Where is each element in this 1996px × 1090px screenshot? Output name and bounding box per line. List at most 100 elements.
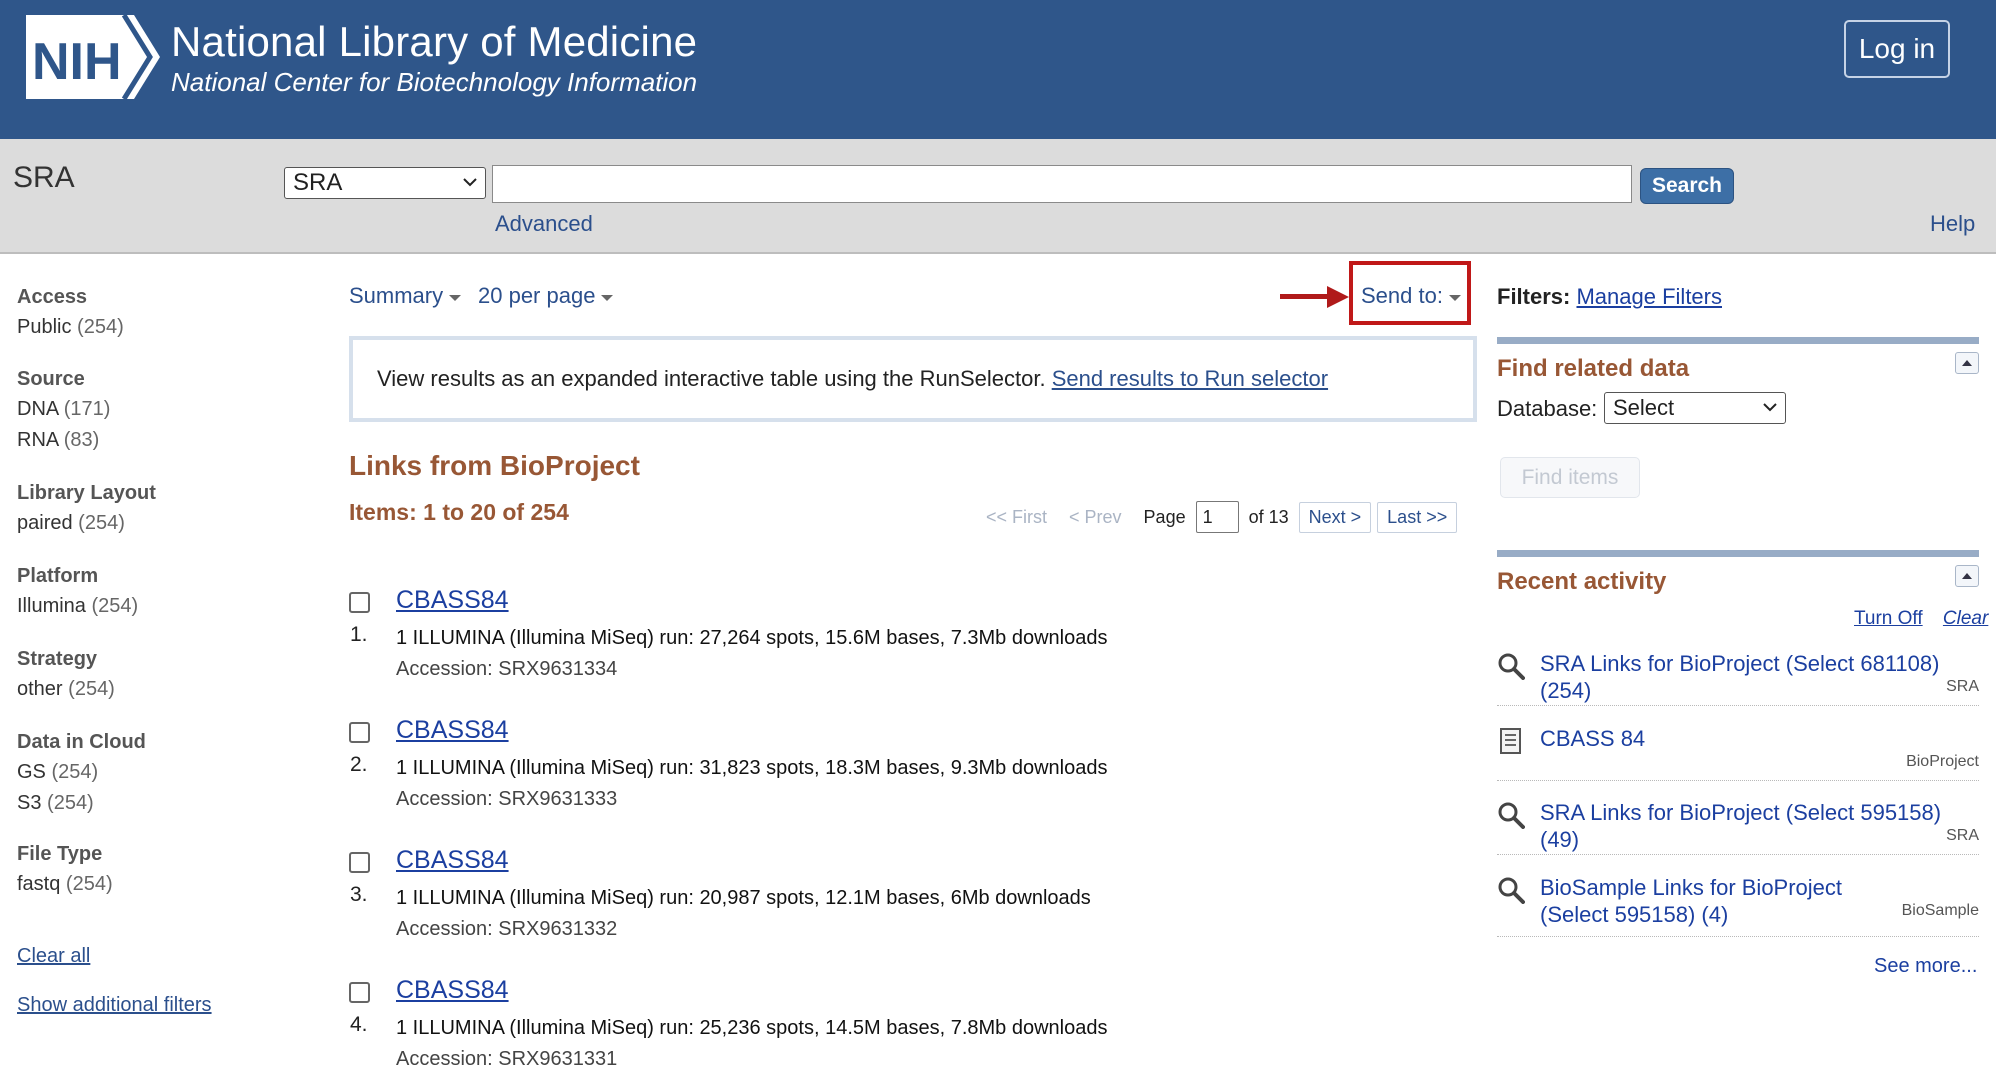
- run-selector-link[interactable]: Send results to Run selector: [1052, 366, 1328, 391]
- filters-label: Filters:: [1497, 284, 1571, 309]
- filter-option-public[interactable]: Public (254): [17, 312, 317, 343]
- advanced-search-link[interactable]: Advanced: [495, 211, 593, 237]
- recent-activity-db: SRA: [1946, 678, 1979, 695]
- result-checkbox[interactable]: [349, 852, 370, 873]
- search-bar: SRA SRA Search Advanced Help: [0, 139, 1996, 254]
- recent-activity-item[interactable]: BioSample Links for BioProject (Select 5…: [1497, 874, 1979, 937]
- database-select[interactable]: SRA: [284, 167, 486, 199]
- page-number-input[interactable]: 1: [1195, 501, 1239, 533]
- filter-group-platform: Platform Illumina (254): [17, 561, 317, 625]
- display-format-label: Summary: [349, 283, 444, 308]
- search-icon: [1498, 653, 1525, 680]
- filter-option-label: DNA: [17, 398, 59, 420]
- recent-activity-db: BioSample: [1901, 902, 1979, 919]
- site-title[interactable]: National Library of Medicine: [171, 18, 697, 66]
- result-title-link[interactable]: CBASS84: [396, 586, 509, 615]
- filter-option-other[interactable]: other (254): [17, 674, 317, 705]
- result-number: 4.: [350, 1013, 368, 1036]
- collapse-recent-activity-button[interactable]: [1955, 565, 1979, 587]
- results-heading: Links from BioProject: [349, 450, 640, 481]
- filter-option-label: Public: [17, 316, 72, 338]
- help-link[interactable]: Help: [1930, 211, 1975, 237]
- clear-all-filters-link[interactable]: Clear all: [17, 945, 317, 968]
- last-page-button[interactable]: Last >>: [1377, 501, 1458, 533]
- result-accession: Accession: SRX9631332: [396, 918, 618, 940]
- portlet-divider: [1497, 337, 1979, 344]
- page-label: Page: [1143, 506, 1186, 527]
- filter-option-count: (254): [47, 792, 94, 814]
- result-checkbox[interactable]: [349, 592, 370, 613]
- nih-logo[interactable]: NIH: [26, 15, 160, 99]
- login-button[interactable]: Log in: [1844, 20, 1950, 78]
- database-heading: SRA: [13, 161, 75, 194]
- run-selector-text: View results as an expanded interactive …: [377, 366, 1052, 391]
- filter-option-illumina[interactable]: Illumina (254): [17, 591, 317, 622]
- filter-option-gs[interactable]: GS (254): [17, 757, 317, 788]
- filters-header: Filters: Manage Filters: [1497, 284, 1722, 310]
- annotation-arrow-shaft: [1280, 294, 1330, 299]
- filter-option-dna[interactable]: DNA (171): [17, 394, 317, 425]
- result-checkbox[interactable]: [349, 722, 370, 743]
- filter-option-paired[interactable]: paired (254): [17, 508, 317, 539]
- recent-activity-title: Recent activity: [1497, 568, 1667, 595]
- recent-activity-link[interactable]: SRA Links for BioProject (Select 681108)…: [1540, 650, 1950, 704]
- filter-title: Strategy: [17, 648, 98, 670]
- search-input[interactable]: [492, 165, 1632, 203]
- result-number: 3.: [350, 883, 368, 906]
- portlet-divider: [1497, 550, 1979, 557]
- send-to-dropdown[interactable]: Send to:: [1361, 283, 1461, 309]
- site-subtitle: National Center for Biotechnology Inform…: [171, 67, 698, 97]
- find-items-button[interactable]: Find items: [1500, 457, 1640, 498]
- filter-option-label: S3: [17, 792, 42, 814]
- site-header: NIH National Library of Medicine Nationa…: [0, 0, 1996, 139]
- filter-option-fastq[interactable]: fastq (254): [17, 869, 317, 900]
- filter-option-label: other: [17, 678, 63, 700]
- turn-off-link[interactable]: Turn Off: [1854, 608, 1923, 629]
- collapse-find-related-button[interactable]: [1955, 352, 1979, 374]
- filter-option-label: paired: [17, 512, 73, 534]
- result-description: 1 ILLUMINA (Illumina MiSeq) run: 27,264 …: [396, 627, 1108, 649]
- run-selector-notice: View results as an expanded interactive …: [349, 336, 1477, 422]
- result-title-link[interactable]: CBASS84: [396, 846, 509, 875]
- result-title-link[interactable]: CBASS84: [396, 716, 509, 745]
- pagination: << First < Prev Page 1 of 13 Next > Last…: [986, 500, 1458, 534]
- filter-group-access: Access Public (254): [17, 282, 317, 346]
- result-accession: Accession: SRX9631334: [396, 658, 618, 680]
- next-page-button[interactable]: Next >: [1298, 501, 1372, 533]
- result-accession: Accession: SRX9631331: [396, 1048, 618, 1070]
- recent-activity-item[interactable]: SRA Links for BioProject (Select 595158)…: [1497, 799, 1979, 855]
- manage-filters-link[interactable]: Manage Filters: [1576, 284, 1722, 309]
- annotation-arrow-icon: [1327, 286, 1349, 308]
- filter-option-rna[interactable]: RNA (83): [17, 425, 317, 456]
- display-format-dropdown[interactable]: Summary: [349, 283, 462, 309]
- result-description: 1 ILLUMINA (Illumina MiSeq) run: 31,823 …: [396, 757, 1108, 779]
- filter-title: Access: [17, 286, 88, 308]
- result-checkbox[interactable]: [349, 982, 370, 1003]
- recent-activity-item[interactable]: SRA Links for BioProject (Select 681108)…: [1497, 650, 1979, 706]
- caret-down-icon: [1448, 294, 1461, 301]
- recent-activity-link[interactable]: SRA Links for BioProject (Select 595158)…: [1540, 799, 1950, 853]
- per-page-dropdown[interactable]: 20 per page: [478, 283, 614, 309]
- see-more-link[interactable]: See more...: [1874, 955, 1977, 978]
- filter-option-label: Illumina: [17, 595, 86, 617]
- filter-title: File Type: [17, 843, 103, 865]
- search-button[interactable]: Search: [1640, 168, 1734, 204]
- filter-group-data-in-cloud: Data in Cloud GS (254) S3 (254): [17, 727, 317, 817]
- filter-option-count: (254): [65, 873, 113, 895]
- result-title-link[interactable]: CBASS84: [396, 976, 509, 1005]
- recent-activity-controls: Turn Off Clear: [1839, 608, 1988, 630]
- first-page-link: << First: [986, 506, 1048, 527]
- filter-title: Platform: [17, 565, 99, 587]
- result-description: 1 ILLUMINA (Illumina MiSeq) run: 25,236 …: [396, 1017, 1108, 1039]
- recent-activity-db: BioProject: [1906, 753, 1979, 770]
- clear-history-link[interactable]: Clear: [1943, 608, 1988, 629]
- recent-activity-link[interactable]: CBASS 84: [1540, 725, 1950, 752]
- recent-activity-item[interactable]: CBASS 84 BioProject: [1497, 725, 1979, 781]
- caret-down-icon: [449, 294, 462, 301]
- show-additional-filters-link[interactable]: Show additional filters: [17, 994, 317, 1017]
- related-database-select[interactable]: Select: [1604, 392, 1786, 424]
- chevron-down-icon: [1763, 403, 1777, 412]
- recent-activity-link[interactable]: BioSample Links for BioProject (Select 5…: [1540, 874, 1900, 928]
- filter-option-s3[interactable]: S3 (254): [17, 788, 317, 819]
- document-icon: [1500, 728, 1521, 754]
